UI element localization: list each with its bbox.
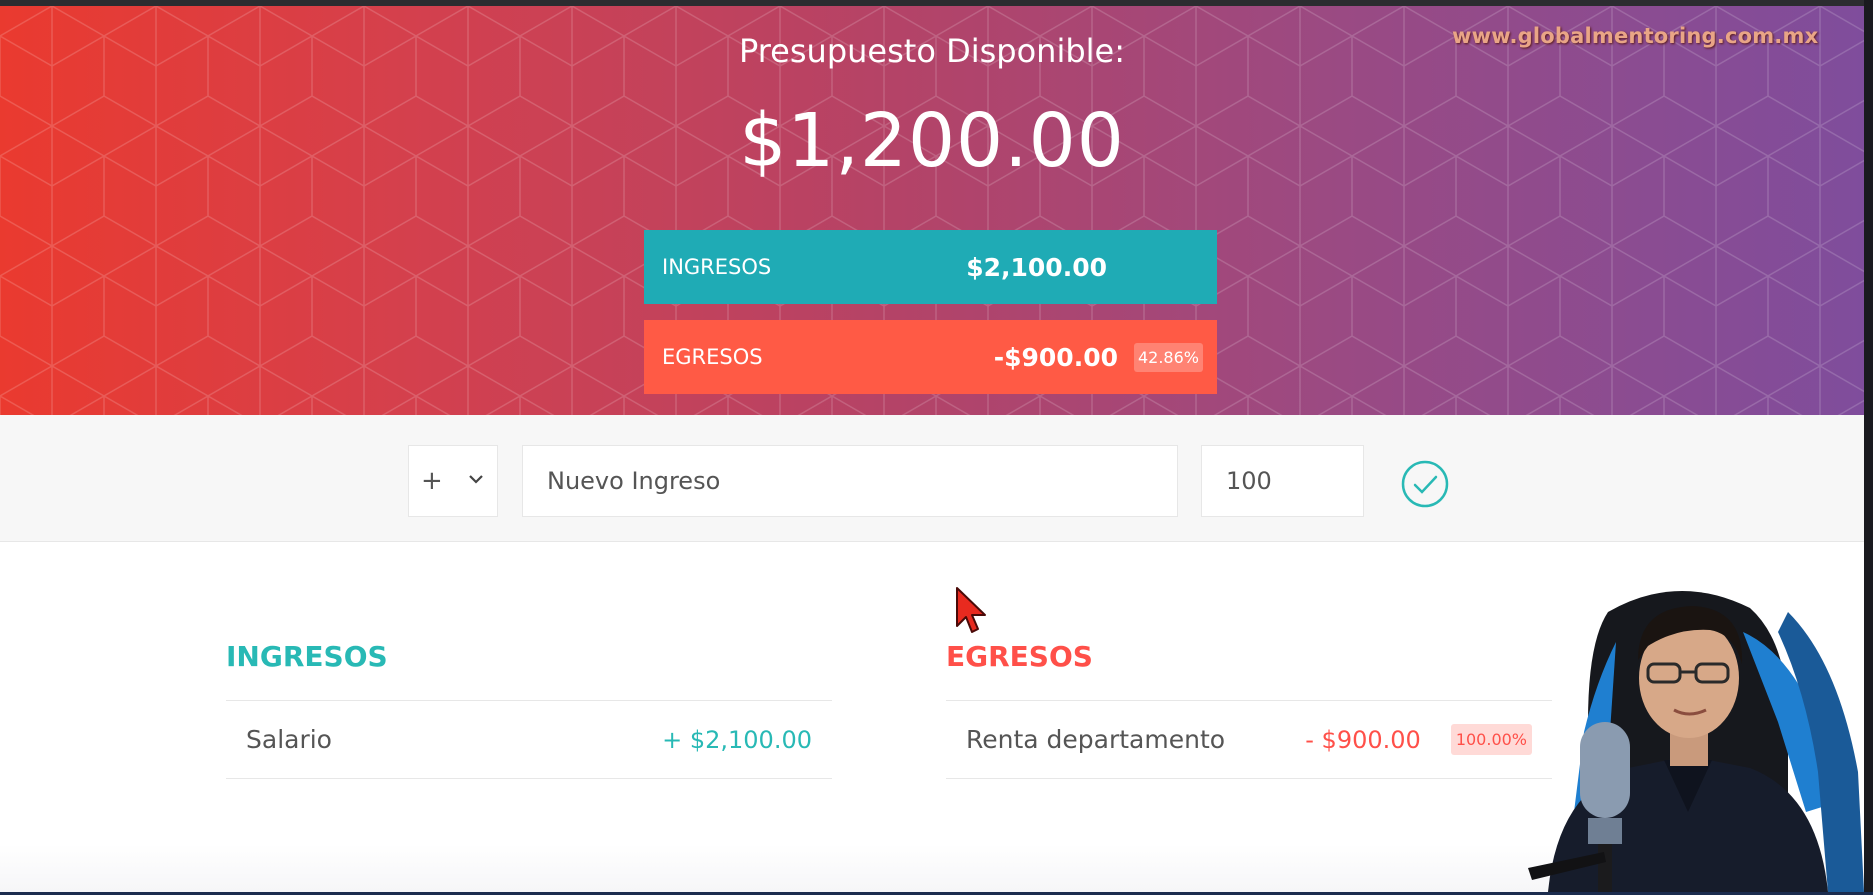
window-right-border [1864, 0, 1873, 895]
chevron-down-icon [469, 475, 483, 484]
value-input[interactable] [1201, 445, 1364, 517]
income-list-title: INGRESOS [226, 640, 388, 673]
budget-app: www.globalmentoring.com.mx Presupuesto D… [0, 6, 1864, 892]
presenter-webcam [1528, 590, 1864, 892]
add-entry-bar: + [0, 415, 1864, 542]
expense-list: EGRESOS Renta departamento - $900.00 100… [946, 640, 1552, 779]
expense-item-description: Renta departamento [966, 725, 1226, 754]
income-summary-value: $2,100.00 [966, 252, 1107, 282]
type-select[interactable]: + [408, 445, 498, 517]
budget-title: Presupuesto Disponible: [738, 32, 1125, 70]
income-item[interactable]: Salario + $2,100.00 [226, 700, 832, 779]
expense-summary: EGRESOS -$900.00 42.86% [644, 320, 1217, 394]
expense-item[interactable]: Renta departamento - $900.00 100.00% [946, 700, 1552, 779]
expense-summary-label: EGRESOS [662, 345, 763, 369]
expense-summary-value: -$900.00 [993, 342, 1118, 372]
check-circle-icon[interactable] [1400, 459, 1450, 509]
budget-header: www.globalmentoring.com.mx Presupuesto D… [0, 6, 1864, 415]
expense-percentage-badge: 42.86% [1133, 342, 1203, 372]
type-select-value: + [421, 466, 443, 496]
income-summary-label: INGRESOS [662, 255, 772, 279]
income-item-description: Salario [246, 725, 332, 754]
available-budget-value: $1,200.00 [739, 98, 1125, 184]
description-input[interactable] [522, 445, 1178, 517]
income-list: INGRESOS Salario + $2,100.00 [226, 640, 832, 779]
income-summary: INGRESOS $2,100.00 [644, 230, 1217, 304]
income-item-value: + $2,100.00 [662, 725, 812, 754]
mouse-pointer-icon [956, 587, 986, 633]
expense-item-value: - $900.00 [1305, 725, 1421, 754]
expense-list-title: EGRESOS [946, 640, 1093, 673]
